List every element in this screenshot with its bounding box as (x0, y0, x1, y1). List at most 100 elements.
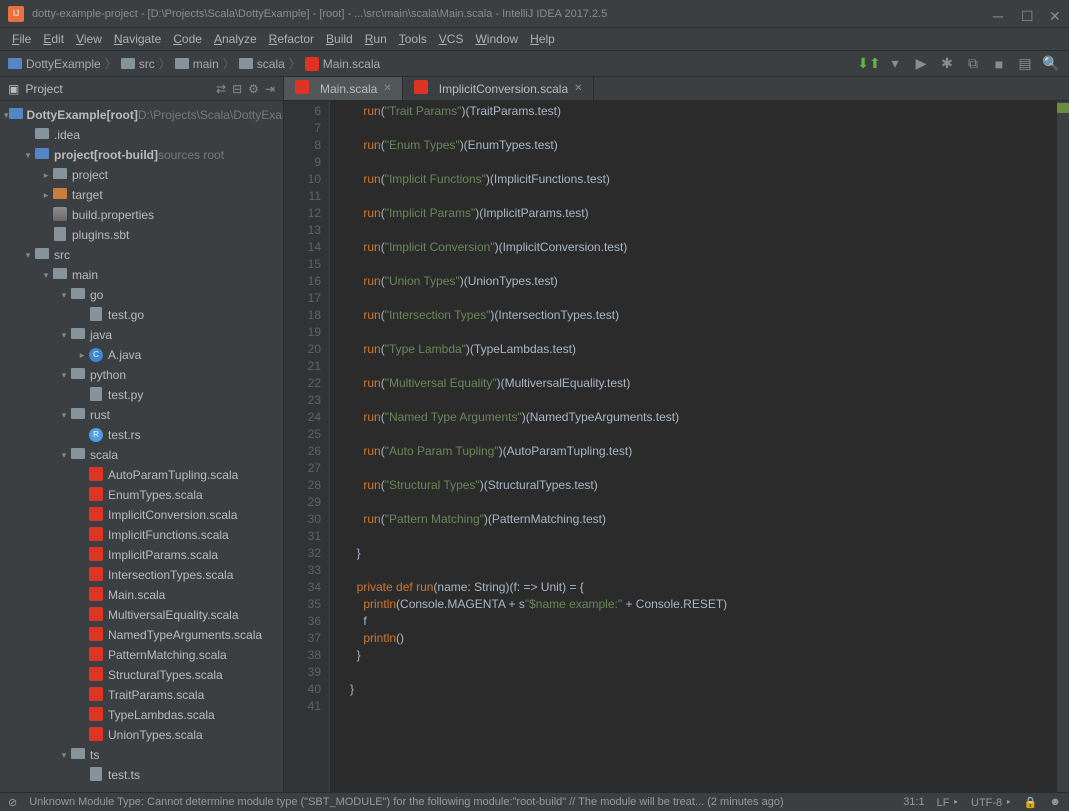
menu-analyze[interactable]: Analyze (208, 30, 263, 48)
breadcrumb-item[interactable]: DottyExample (8, 57, 101, 71)
error-stripe[interactable] (1057, 101, 1069, 792)
breadcrumb-item[interactable]: src (121, 57, 155, 71)
stop-button[interactable]: ■ (989, 54, 1009, 74)
tree-item[interactable]: ImplicitConversion.scala (0, 505, 283, 525)
code-line[interactable]: run("Implicit Params")(ImplicitParams.te… (350, 205, 1057, 222)
line-number[interactable]: 38 (284, 647, 321, 664)
code-line[interactable] (350, 290, 1057, 307)
breadcrumb-item[interactable]: main (175, 57, 219, 71)
view-options-icon[interactable]: ⚙ (248, 82, 259, 96)
close-button[interactable]: ✕ (1049, 8, 1061, 20)
tree-item[interactable]: ▾python (0, 365, 283, 385)
tree-item[interactable]: ▾main (0, 265, 283, 285)
menu-view[interactable]: View (70, 30, 108, 48)
debug-button[interactable]: ✱ (937, 54, 957, 74)
tree-item[interactable]: ▸target (0, 185, 283, 205)
tree-item[interactable]: ▾rust (0, 405, 283, 425)
code-line[interactable] (350, 392, 1057, 409)
line-separator[interactable]: LF ‣ (937, 796, 959, 809)
code-line[interactable]: run("Implicit Functions")(ImplicitFuncti… (350, 171, 1057, 188)
tree-root[interactable]: ▾DottyExample [root] D:\Projects\Scala\D… (0, 105, 283, 125)
line-number[interactable]: 8 (284, 137, 321, 154)
hector-icon[interactable]: ☻ (1049, 796, 1061, 808)
line-number[interactable]: 36 (284, 613, 321, 630)
line-number[interactable]: 41 (284, 698, 321, 715)
menu-refactor[interactable]: Refactor (263, 30, 320, 48)
editor-tab[interactable]: ImplicitConversion.scala✕ (403, 77, 594, 100)
code-line[interactable] (350, 188, 1057, 205)
line-number[interactable]: 23 (284, 392, 321, 409)
collapse-all-icon[interactable]: ⊟ (232, 82, 242, 96)
project-tree[interactable]: ▾DottyExample [root] D:\Projects\Scala\D… (0, 101, 283, 792)
tree-item[interactable]: ▸project (0, 165, 283, 185)
menu-navigate[interactable]: Navigate (108, 30, 167, 48)
line-number[interactable]: 25 (284, 426, 321, 443)
tree-item[interactable]: TraitParams.scala (0, 685, 283, 705)
tree-item[interactable]: IntersectionTypes.scala (0, 565, 283, 585)
code-line[interactable] (350, 562, 1057, 579)
tree-item[interactable]: EnumTypes.scala (0, 485, 283, 505)
line-number[interactable]: 15 (284, 256, 321, 273)
tree-item[interactable]: ▾project [root-build] sources root (0, 145, 283, 165)
code-line[interactable]: run("Trait Params")(TraitParams.test) (350, 103, 1057, 120)
menu-file[interactable]: File (6, 30, 37, 48)
hide-icon[interactable]: ⇥ (265, 82, 275, 96)
line-number[interactable]: 28 (284, 477, 321, 494)
code-line[interactable]: private def run(name: String)(f: => Unit… (350, 579, 1057, 596)
menu-tools[interactable]: Tools (393, 30, 433, 48)
code-line[interactable] (350, 664, 1057, 681)
menu-vcs[interactable]: VCS (433, 30, 470, 48)
tree-item[interactable]: ▾src (0, 245, 283, 265)
tree-item[interactable]: StructuralTypes.scala (0, 665, 283, 685)
menu-build[interactable]: Build (320, 30, 359, 48)
status-message[interactable]: Unknown Module Type: Cannot determine mo… (29, 796, 891, 808)
line-number[interactable]: 7 (284, 120, 321, 137)
code-line[interactable] (350, 222, 1057, 239)
menu-code[interactable]: Code (167, 30, 208, 48)
line-number[interactable]: 37 (284, 630, 321, 647)
code-line[interactable] (350, 256, 1057, 273)
line-number[interactable]: 9 (284, 154, 321, 171)
line-number[interactable]: 31 (284, 528, 321, 545)
line-number[interactable]: 35 (284, 596, 321, 613)
code-line[interactable]: run("Structural Types")(StructuralTypes.… (350, 477, 1057, 494)
line-number[interactable]: 21 (284, 358, 321, 375)
minimize-button[interactable]: ─ (993, 8, 1005, 20)
tree-item[interactable]: MultiversalEquality.scala (0, 605, 283, 625)
line-number[interactable]: 18 (284, 307, 321, 324)
menu-run[interactable]: Run (359, 30, 393, 48)
line-number[interactable]: 24 (284, 409, 321, 426)
tree-item[interactable]: .idea (0, 125, 283, 145)
line-number[interactable]: 22 (284, 375, 321, 392)
code-line[interactable]: run("Implicit Conversion")(ImplicitConve… (350, 239, 1057, 256)
tree-item[interactable]: test.go (0, 305, 283, 325)
search-everywhere-button[interactable]: 🔍 (1041, 54, 1061, 74)
run-config-dropdown[interactable]: ▾ (885, 54, 905, 74)
code-line[interactable]: run("Named Type Arguments")(NamedTypeArg… (350, 409, 1057, 426)
line-number[interactable]: 26 (284, 443, 321, 460)
editor-gutter[interactable]: 6789101112131415161718192021222324252627… (284, 101, 330, 792)
run-button[interactable]: ▶ (911, 54, 931, 74)
breadcrumb-item[interactable]: Main.scala (305, 57, 380, 71)
tree-item[interactable]: TypeLambdas.scala (0, 705, 283, 725)
caret-position[interactable]: 31:1 (903, 796, 924, 808)
maximize-button[interactable]: ☐ (1021, 8, 1033, 20)
line-number[interactable]: 12 (284, 205, 321, 222)
line-number[interactable]: 13 (284, 222, 321, 239)
code-line[interactable]: run("Type Lambda")(TypeLambdas.test) (350, 341, 1057, 358)
code-line[interactable]: run("Enum Types")(EnumTypes.test) (350, 137, 1057, 154)
coverage-button[interactable]: ⧉ (963, 54, 983, 74)
menu-window[interactable]: Window (469, 30, 524, 48)
line-number[interactable]: 34 (284, 579, 321, 596)
tree-item[interactable]: test.py (0, 385, 283, 405)
tab-close-icon[interactable]: ✕ (574, 83, 582, 94)
menu-edit[interactable]: Edit (37, 30, 70, 48)
tree-item[interactable]: Main.scala (0, 585, 283, 605)
code-line[interactable]: f (350, 613, 1057, 630)
tree-item[interactable]: ▾scala (0, 445, 283, 465)
code-line[interactable]: println() (350, 630, 1057, 647)
tree-item[interactable]: ▸CA.java (0, 345, 283, 365)
tree-item[interactable]: PatternMatching.scala (0, 645, 283, 665)
code-line[interactable] (350, 120, 1057, 137)
code-line[interactable]: run("Intersection Types")(IntersectionTy… (350, 307, 1057, 324)
